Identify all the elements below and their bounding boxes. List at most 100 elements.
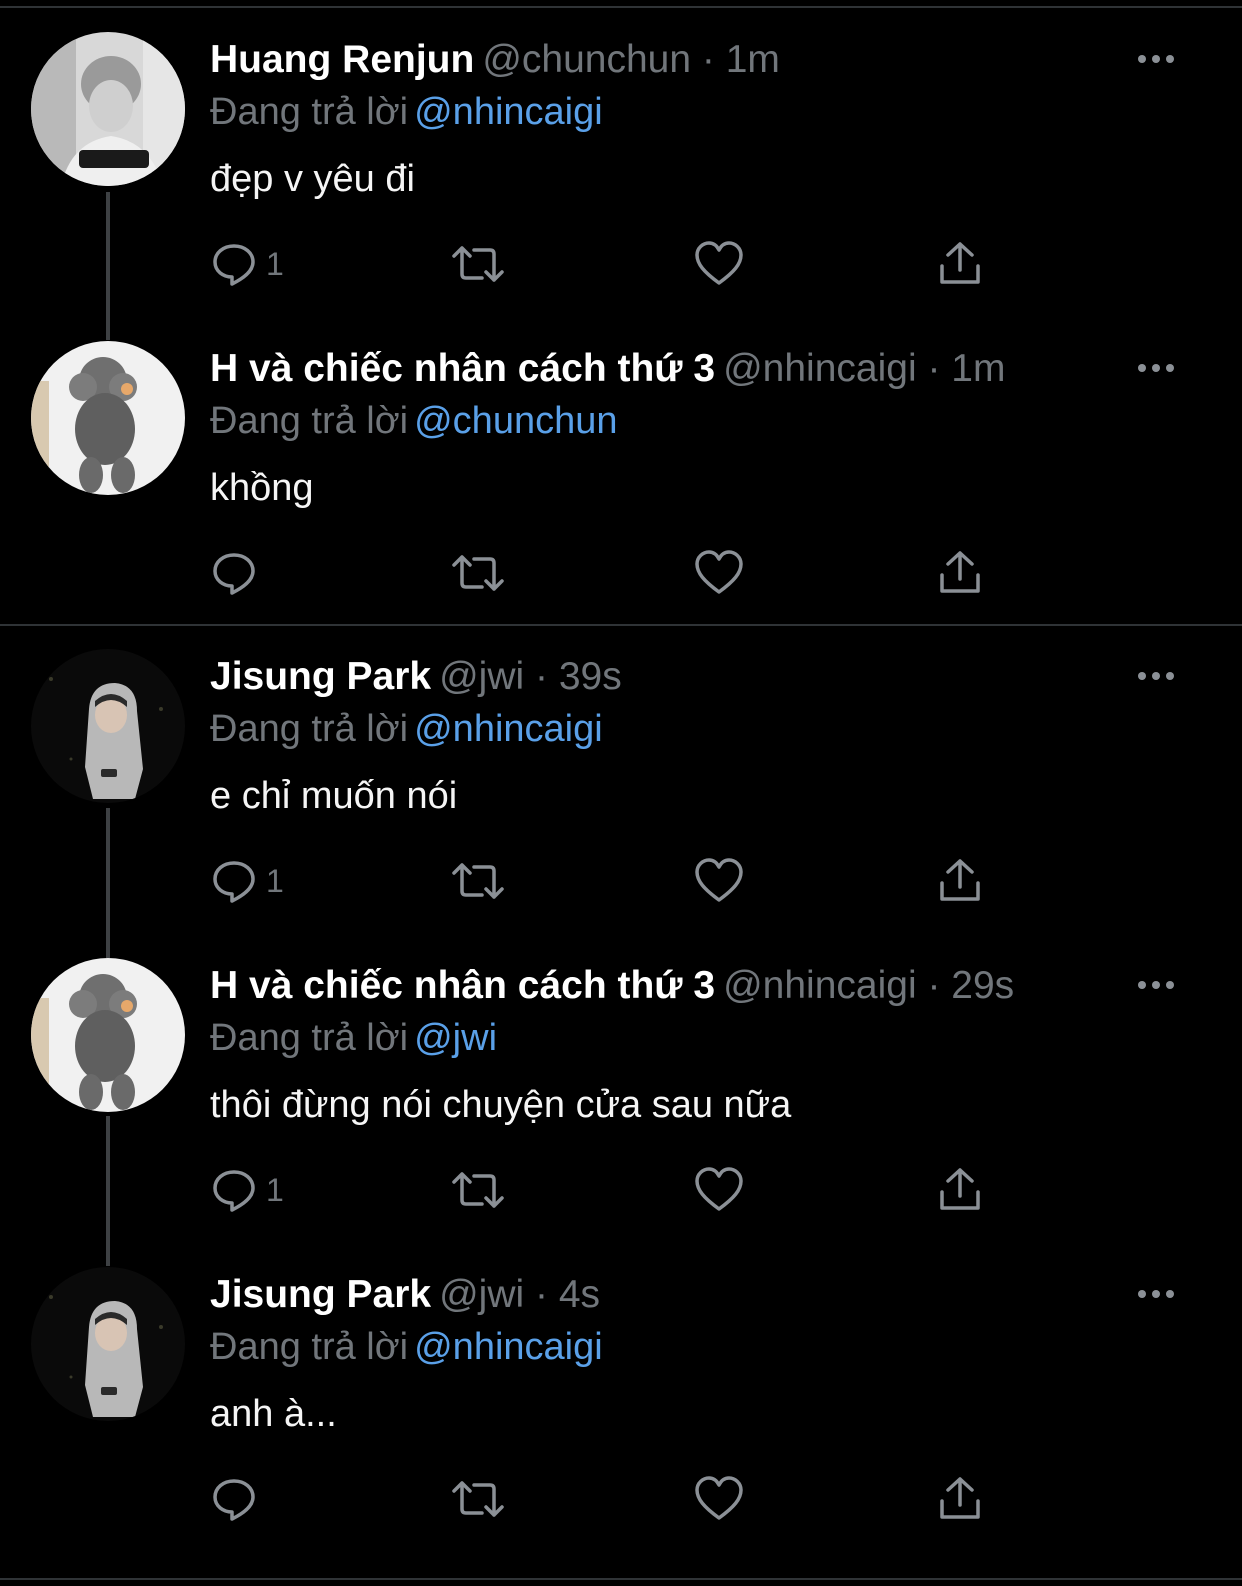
reply-icon [213, 1170, 255, 1212]
mention-link[interactable]: @jwi [414, 1017, 497, 1059]
more-icon[interactable] [1136, 52, 1176, 66]
tweet-header: Jisung Park @jwi · 39s [210, 653, 622, 701]
share-button[interactable] [938, 545, 982, 601]
like-icon [695, 550, 743, 594]
reply-button[interactable]: 1 [210, 236, 284, 292]
timestamp[interactable]: · 4s [535, 1273, 600, 1316]
retweet-icon [452, 246, 504, 282]
replying-to-label: Đang trả lời [210, 91, 409, 133]
bottom-divider [0, 1578, 1242, 1580]
like-button[interactable] [694, 236, 744, 292]
like-button[interactable] [694, 545, 744, 601]
retweet-icon [452, 555, 504, 591]
reply-icon [213, 861, 255, 903]
like-icon [695, 1476, 743, 1520]
replying-to: Đang trả lời @nhincaigi [210, 88, 603, 136]
user-handle[interactable]: @nhincaigi [723, 964, 917, 1007]
retweet-button[interactable] [450, 236, 506, 292]
share-icon [940, 1477, 980, 1519]
display-name[interactable]: Jisung Park [210, 1273, 431, 1316]
jisung-avatar-image [31, 1267, 185, 1421]
like-icon [695, 241, 743, 285]
reply-count: 1 [266, 245, 284, 282]
tweet[interactable]: Huang Renjun @chunchun · 1m Đang trả lời @… [0, 0, 1242, 300]
avatar[interactable] [31, 32, 185, 186]
user-handle[interactable]: @jwi [439, 1273, 524, 1316]
retweet-icon [452, 1481, 504, 1517]
timestamp[interactable]: · 39s [535, 655, 622, 698]
reply-button[interactable] [210, 545, 266, 601]
more-icon[interactable] [1136, 978, 1176, 992]
reply-icon [213, 244, 255, 286]
replying-to-label: Đang trả lời [210, 708, 409, 750]
like-icon [695, 1167, 743, 1211]
timestamp[interactable]: · 1m [702, 38, 780, 81]
share-button[interactable] [938, 853, 982, 909]
timestamp[interactable]: · 29s [927, 964, 1014, 1007]
retweet-button[interactable] [450, 1162, 506, 1218]
replying-to: Đang trả lời @jwi [210, 1014, 497, 1062]
tweet-header: H và chiếc nhân cách thứ 3 @nhincaigi · 1… [210, 345, 1005, 393]
avatar[interactable] [31, 649, 185, 803]
reply-count: 1 [266, 1171, 284, 1208]
display-name[interactable]: Jisung Park [210, 655, 431, 698]
retweet-button[interactable] [450, 1471, 506, 1527]
action-bar: 1 [210, 1162, 1010, 1218]
reply-icon [213, 553, 255, 595]
mention-link[interactable]: @nhincaigi [414, 1326, 603, 1368]
display-name[interactable]: H và chiếc nhân cách thứ 3 [210, 347, 715, 390]
reply-button[interactable] [210, 1471, 266, 1527]
action-bar [210, 545, 1010, 601]
tweet[interactable]: Jisung Park @jwi · 39s Đang trả lời @nhinc… [0, 617, 1242, 917]
tweet-text: khồng [210, 467, 314, 509]
user-handle[interactable]: @nhincaigi [723, 347, 917, 390]
mention-link[interactable]: @nhincaigi [414, 708, 603, 750]
like-button[interactable] [694, 1162, 744, 1218]
tweet[interactable]: Jisung Park @jwi · 4s Đang trả lời @nhinca… [0, 1235, 1242, 1535]
mention-link[interactable]: @chunchun [414, 400, 617, 442]
more-icon[interactable] [1136, 1287, 1176, 1301]
share-button[interactable] [938, 236, 982, 292]
share-icon [940, 859, 980, 901]
tweet[interactable]: H và chiếc nhân cách thứ 3 @nhincaigi · 1… [0, 309, 1242, 609]
tweet[interactable]: H và chiếc nhân cách thứ 3 @nhincaigi · 2… [0, 926, 1242, 1226]
share-button[interactable] [938, 1471, 982, 1527]
reply-button[interactable]: 1 [210, 853, 284, 909]
mention-link[interactable]: @nhincaigi [414, 91, 603, 133]
share-icon [940, 551, 980, 593]
reply-icon [213, 1479, 255, 1521]
retweet-button[interactable] [450, 545, 506, 601]
timestamp[interactable]: · 1m [927, 347, 1005, 390]
retweet-button[interactable] [450, 853, 506, 909]
tweet-header: H và chiếc nhân cách thứ 3 @nhincaigi · 2… [210, 962, 1014, 1010]
action-bar: 1 [210, 853, 1010, 909]
more-icon[interactable] [1136, 361, 1176, 375]
poodle-avatar-image [31, 958, 185, 1112]
action-bar [210, 1471, 1010, 1527]
like-icon [695, 858, 743, 902]
user-handle[interactable]: @chunchun [482, 38, 691, 81]
tweet-header: Jisung Park @jwi · 4s [210, 1271, 600, 1319]
reply-count: 1 [266, 862, 284, 899]
avatar[interactable] [31, 1267, 185, 1421]
replying-to: Đang trả lời @nhincaigi [210, 1323, 603, 1371]
tweet-text: thôi đừng nói chuyện cửa sau nữa [210, 1084, 792, 1126]
user-handle[interactable]: @jwi [439, 655, 524, 698]
retweet-icon [452, 863, 504, 899]
reply-button[interactable]: 1 [210, 1162, 284, 1218]
jisung-avatar-image [31, 649, 185, 803]
display-name[interactable]: H và chiếc nhân cách thứ 3 [210, 964, 715, 1007]
like-button[interactable] [694, 1471, 744, 1527]
like-button[interactable] [694, 853, 744, 909]
action-bar: 1 [210, 236, 1010, 292]
replying-to-label: Đang trả lời [210, 1017, 409, 1059]
avatar[interactable] [31, 341, 185, 495]
tweet-text: đẹp v yêu đi [210, 158, 415, 200]
avatar[interactable] [31, 958, 185, 1112]
more-icon[interactable] [1136, 669, 1176, 683]
share-button[interactable] [938, 1162, 982, 1218]
share-icon [940, 242, 980, 284]
retweet-icon [452, 1172, 504, 1208]
replying-to: Đang trả lời @chunchun [210, 397, 618, 445]
display-name[interactable]: Huang Renjun [210, 38, 474, 81]
